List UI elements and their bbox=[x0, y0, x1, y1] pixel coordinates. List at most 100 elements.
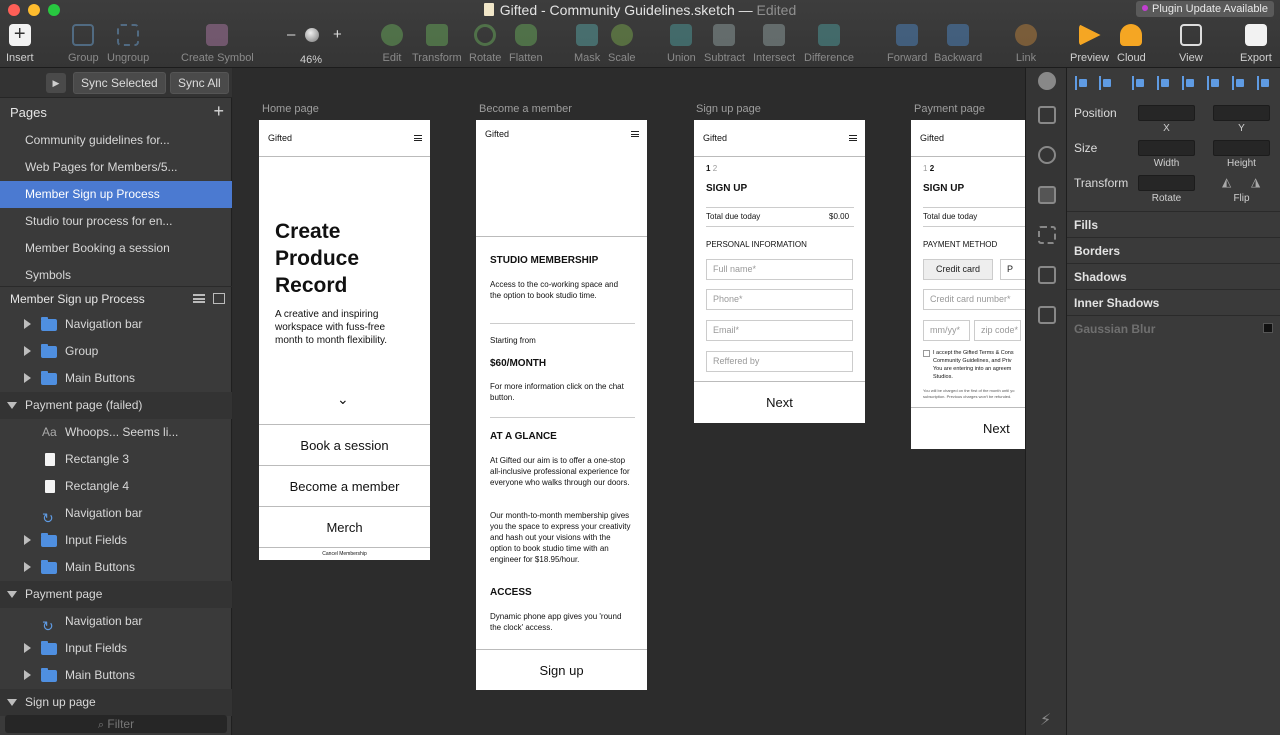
artboard-row[interactable]: Sign up page bbox=[0, 689, 232, 716]
subtract-button[interactable]: Subtract bbox=[704, 24, 745, 64]
collapse-arrow-icon[interactable] bbox=[7, 591, 17, 598]
rotate-button[interactable]: Rotate bbox=[469, 24, 501, 64]
page-item[interactable]: Symbols bbox=[0, 262, 232, 289]
group-button[interactable]: Group bbox=[68, 24, 99, 64]
layer-row[interactable]: Group bbox=[0, 338, 232, 365]
expand-arrow-icon[interactable] bbox=[24, 373, 31, 383]
book-session-button[interactable]: Book a session bbox=[259, 424, 430, 465]
zoom-in-button[interactable]: + bbox=[333, 26, 342, 44]
page-item[interactable]: Member Booking a session bbox=[0, 235, 232, 262]
layer-row[interactable]: Main Buttons bbox=[0, 554, 232, 581]
email-field[interactable]: Email* bbox=[706, 320, 853, 341]
play-icon[interactable]: ▶ bbox=[46, 73, 66, 93]
difference-button[interactable]: Difference bbox=[804, 24, 854, 64]
distribute-horizontal-icon[interactable] bbox=[1075, 76, 1089, 90]
mask-button[interactable]: Mask bbox=[574, 24, 600, 64]
artboard-label[interactable]: Sign up page bbox=[696, 103, 761, 115]
preview-button[interactable]: Preview bbox=[1070, 24, 1109, 64]
artboard-label[interactable]: Home page bbox=[262, 103, 319, 115]
artboard-label[interactable]: Become a member bbox=[479, 103, 572, 115]
expiry-field[interactable]: mm/yy* bbox=[923, 320, 970, 341]
plugin-update-badge[interactable]: Plugin Update Available bbox=[1136, 1, 1274, 17]
page-item-selected[interactable]: Member Sign up Process bbox=[0, 181, 232, 208]
layer-row[interactable]: ↻ Navigation bar bbox=[0, 608, 232, 635]
page-item[interactable]: Studio tour process for en... bbox=[0, 208, 232, 235]
shadows-section[interactable]: Shadows bbox=[1067, 263, 1280, 289]
layer-row[interactable]: Input Fields bbox=[0, 527, 232, 554]
page-item[interactable]: Community guidelines for... bbox=[0, 127, 232, 154]
credit-card-option[interactable]: Credit card bbox=[923, 259, 993, 280]
share-icon[interactable] bbox=[1038, 106, 1056, 124]
paypal-option[interactable]: P bbox=[1000, 259, 1025, 280]
layout-icon[interactable] bbox=[1038, 186, 1056, 204]
sync-selected-button[interactable]: Sync Selected bbox=[73, 72, 166, 94]
distribute-vertical-icon[interactable] bbox=[1099, 76, 1113, 90]
artboard-member[interactable]: Gifted STUDIO MEMBERSHIP Access to the c… bbox=[476, 120, 647, 690]
layer-row[interactable]: Rectangle 4 bbox=[0, 473, 232, 500]
borders-section[interactable]: Borders bbox=[1067, 237, 1280, 263]
artboard-row[interactable]: Payment page (failed) bbox=[0, 392, 232, 419]
image-edit-icon[interactable] bbox=[1038, 266, 1056, 284]
zoom-level[interactable]: 46% bbox=[300, 50, 322, 68]
hexagon-icon[interactable] bbox=[1038, 146, 1056, 164]
flip-horizontal-icon[interactable]: ◭ bbox=[1222, 175, 1231, 189]
height-input[interactable] bbox=[1213, 140, 1270, 156]
artboard-label[interactable]: Payment page bbox=[914, 103, 985, 115]
blur-toggle[interactable] bbox=[1263, 323, 1273, 333]
expand-arrow-icon[interactable] bbox=[24, 562, 31, 572]
terms-checkbox[interactable] bbox=[923, 350, 930, 357]
become-member-button[interactable]: Become a member bbox=[259, 465, 430, 506]
collapse-icon[interactable] bbox=[213, 293, 225, 304]
gaussian-blur-section[interactable]: Gaussian Blur bbox=[1067, 315, 1280, 341]
next-button[interactable]: Next bbox=[911, 407, 1025, 449]
zoom-out-button[interactable]: – bbox=[287, 26, 295, 44]
expand-arrow-icon[interactable] bbox=[24, 643, 31, 653]
layer-row[interactable]: ↻ Navigation bar bbox=[0, 500, 232, 527]
full-name-field[interactable]: Full name* bbox=[706, 259, 853, 280]
layer-row[interactable]: Navigation bar bbox=[0, 311, 232, 338]
artboard-payment[interactable]: Gifted 1 2 SIGN UP Total due today PAYME… bbox=[911, 120, 1025, 449]
insert-button[interactable]: + Insert bbox=[6, 24, 34, 65]
layer-row[interactable]: Aa Whoops... Seems li... bbox=[0, 419, 232, 446]
expand-arrow-icon[interactable] bbox=[24, 535, 31, 545]
filter-input[interactable]: ⌕ Filter bbox=[5, 715, 227, 733]
fills-section[interactable]: Fills bbox=[1067, 211, 1280, 237]
next-button[interactable]: Next bbox=[694, 381, 865, 423]
rotate-input[interactable] bbox=[1138, 175, 1195, 191]
list-view-icon[interactable] bbox=[193, 294, 205, 303]
card-number-field[interactable]: Credit card number* bbox=[923, 289, 1025, 310]
artboard-home[interactable]: Gifted Create Produce Record A creative … bbox=[259, 120, 430, 560]
union-button[interactable]: Union bbox=[667, 24, 696, 64]
layer-row[interactable]: Rectangle 3 bbox=[0, 446, 232, 473]
backward-button[interactable]: Backward bbox=[934, 24, 982, 64]
x-input[interactable] bbox=[1138, 105, 1195, 121]
lightning-icon[interactable]: ⚡ bbox=[1040, 710, 1051, 730]
align-left-icon[interactable] bbox=[1132, 76, 1146, 90]
ungroup-button[interactable]: Ungroup bbox=[107, 24, 149, 64]
forward-button[interactable]: Forward bbox=[887, 24, 927, 64]
collapse-arrow-icon[interactable] bbox=[7, 699, 17, 706]
export-button[interactable]: Export bbox=[1240, 24, 1272, 64]
flip-vertical-icon[interactable]: ◮ bbox=[1251, 175, 1260, 189]
inner-shadows-section[interactable]: Inner Shadows bbox=[1067, 289, 1280, 315]
sign-up-button[interactable]: Sign up bbox=[476, 649, 647, 690]
page-item[interactable]: Web Pages for Members/5... bbox=[0, 154, 232, 181]
align-center-icon[interactable] bbox=[1157, 76, 1171, 90]
align-middle-icon[interactable] bbox=[1232, 76, 1246, 90]
width-input[interactable] bbox=[1138, 140, 1195, 156]
flatten-button[interactable]: Flatten bbox=[509, 24, 543, 64]
view-button[interactable]: View bbox=[1179, 24, 1203, 64]
layer-row[interactable]: Main Buttons bbox=[0, 662, 232, 689]
merch-button[interactable]: Merch bbox=[259, 506, 430, 547]
zip-code-field[interactable]: zip code* bbox=[974, 320, 1021, 341]
phone-field[interactable]: Phone* bbox=[706, 289, 853, 310]
referred-by-field[interactable]: Reffered by bbox=[706, 351, 853, 372]
canvas[interactable]: Home page Become a member Sign up page P… bbox=[233, 68, 1025, 735]
align-top-icon[interactable] bbox=[1207, 76, 1221, 90]
artboard-signup[interactable]: Gifted 1 2 SIGN UP Total due today $0.00… bbox=[694, 120, 865, 423]
components-icon[interactable] bbox=[1038, 226, 1056, 244]
edit-button[interactable]: Edit bbox=[381, 24, 403, 64]
expand-arrow-icon[interactable] bbox=[24, 319, 31, 329]
expand-arrow-icon[interactable] bbox=[24, 670, 31, 680]
sync-all-button[interactable]: Sync All bbox=[170, 72, 229, 94]
